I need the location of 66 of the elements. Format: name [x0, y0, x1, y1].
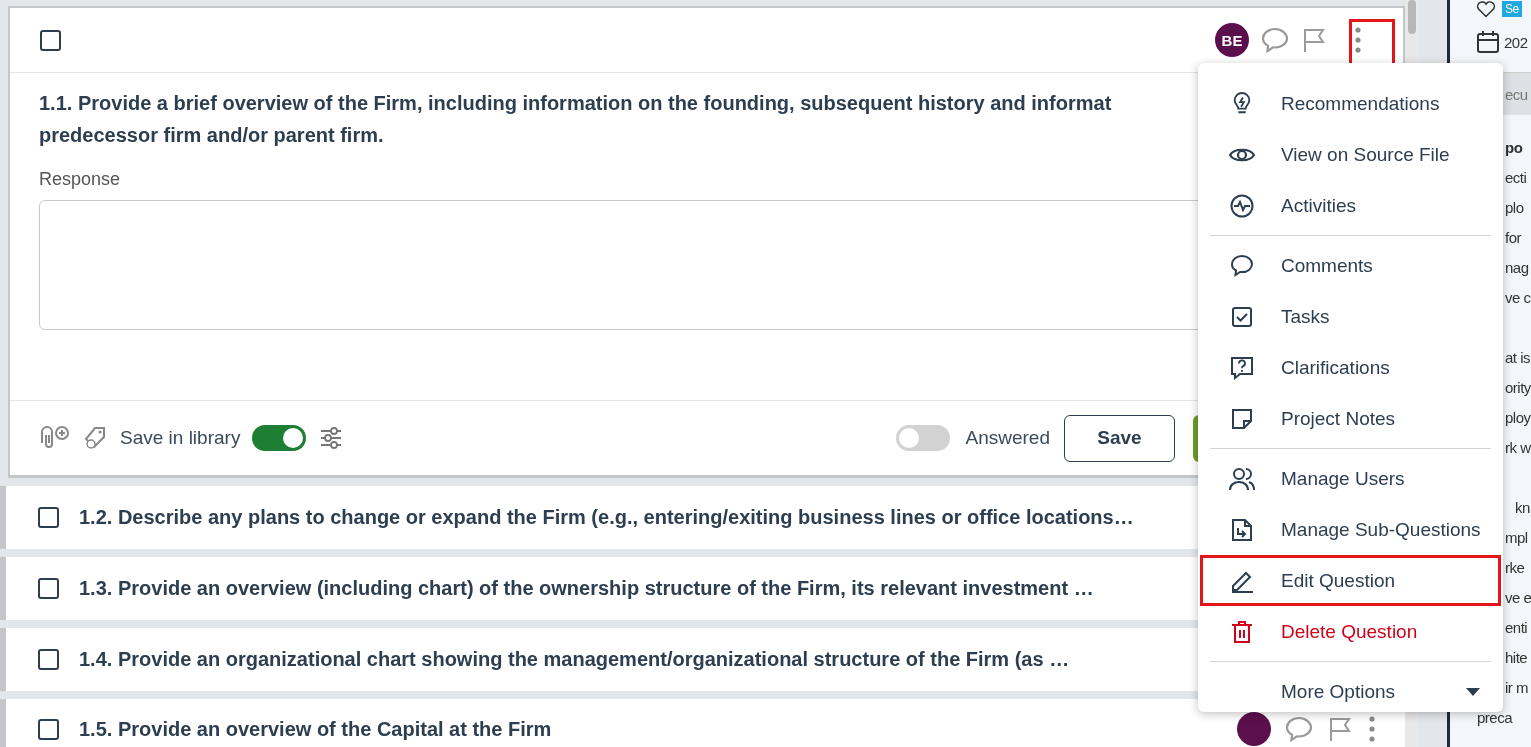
menu-item[interactable]: Manage Sub-Questions	[1200, 504, 1501, 555]
note-icon	[1231, 407, 1253, 430]
lightbulb-icon	[1231, 91, 1253, 116]
panel-text: ve e	[1505, 588, 1531, 608]
panel-text: at is	[1505, 348, 1531, 368]
menu-item[interactable]: Clarifications	[1200, 342, 1501, 393]
menu-item[interactable]: Activities	[1200, 180, 1501, 231]
panel-text: mpl	[1505, 528, 1529, 548]
user-avatar[interactable]: BE	[1215, 23, 1249, 57]
question-title: 1.3. Provide an overview (including chart) of the ownership structure of the Firm, its relevant investment …	[79, 577, 1094, 600]
panel-text: rke	[1505, 558, 1526, 578]
trash-icon	[1231, 619, 1253, 644]
activity-icon	[1230, 193, 1254, 218]
question-title: 1.5. Provide an overview of the Capital at the Firm	[79, 717, 552, 741]
attachment-add-icon[interactable]	[38, 425, 70, 451]
checkbox[interactable]	[38, 718, 59, 740]
calendar-icon	[1476, 30, 1500, 54]
comment-icon[interactable]	[1261, 26, 1289, 54]
response-label: Response	[39, 169, 121, 190]
panel-text: rk w	[1505, 438, 1531, 458]
user-avatar[interactable]	[1237, 712, 1271, 746]
question-bubble-icon	[1230, 355, 1254, 380]
menu-item[interactable]: Comments	[1200, 240, 1501, 291]
panel-text: ploy	[1505, 408, 1531, 428]
save-in-library-toggle[interactable]	[252, 425, 307, 451]
document-arrow-icon	[1231, 517, 1253, 542]
tag-icon[interactable]	[82, 425, 108, 451]
date-text: 202	[1504, 33, 1528, 51]
question-text: predecessor firm and/or parent firm.	[39, 123, 384, 148]
checkbox[interactable]	[38, 578, 59, 599]
section-heading: po	[1505, 138, 1524, 158]
answered-label: Answered	[965, 427, 1050, 449]
task-checkbox-icon	[1231, 305, 1253, 328]
panel-text: nag	[1505, 258, 1530, 278]
question-text: 1.1. Provide a brief overview of the Firm, including information on the founding, subsequent history and informat	[39, 91, 1112, 116]
panel-text: ecti	[1505, 168, 1528, 188]
menu-item[interactable]: Delete Question	[1200, 606, 1501, 657]
heart-icon[interactable]	[1476, 0, 1496, 18]
panel-text: ority	[1505, 378, 1531, 398]
panel-text: hite	[1505, 648, 1529, 668]
save-in-library-label: Save in library	[120, 427, 241, 449]
panel-text: preca	[1477, 708, 1514, 728]
checkbox[interactable]	[38, 507, 59, 528]
checkbox[interactable]	[40, 29, 61, 51]
panel-text: for	[1505, 228, 1523, 248]
panel-text: ir m	[1505, 678, 1529, 698]
save-button[interactable]: Save	[1064, 414, 1175, 462]
more-options-icon[interactable]	[1369, 716, 1375, 742]
caret-icon	[1466, 687, 1480, 696]
checkbox[interactable]	[38, 649, 59, 670]
comment-icon	[1230, 253, 1254, 278]
question-title: 1.4. Provide an organizational chart showing the management/organizational structure of the Firm (as …	[79, 648, 1070, 671]
menu-item[interactable]: Tasks	[1200, 291, 1501, 342]
menu-item[interactable]: View on Source File	[1200, 129, 1501, 180]
menu-item[interactable]: Edit Question	[1200, 555, 1501, 606]
comment-icon[interactable]	[1285, 715, 1313, 743]
users-icon	[1229, 466, 1255, 491]
answered-toggle[interactable]	[895, 425, 950, 451]
menu-item[interactable]: Manage Users	[1200, 453, 1501, 504]
panel-text: ve c	[1505, 288, 1531, 308]
question-title: 1.2. Describe any plans to change or expand the Firm (e.g., entering/exiting business lines or office locations…	[79, 506, 1134, 529]
panel-text: kn	[1515, 498, 1531, 518]
menu-item[interactable]: Project Notes	[1200, 393, 1501, 444]
status-badge: Se	[1502, 1, 1522, 17]
panel-text: enti	[1505, 618, 1529, 638]
panel-text: plo	[1505, 198, 1525, 218]
